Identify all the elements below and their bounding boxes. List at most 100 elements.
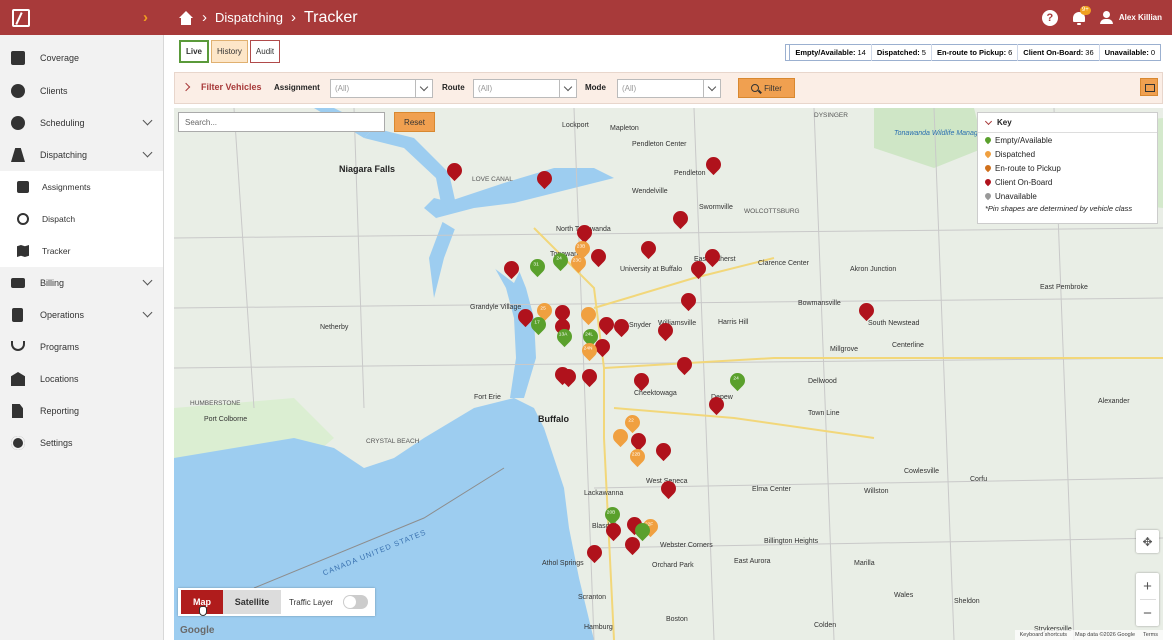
place-humberstone: HUMBERSTONE: [190, 400, 241, 407]
sidebar-collapse-chevron-icon[interactable]: ›: [143, 9, 148, 26]
pin-icon: [983, 163, 993, 173]
filter-vehicles-title[interactable]: Filter Vehicles: [201, 82, 262, 92]
sidebar-item-programs[interactable]: Programs: [0, 331, 163, 363]
stethoscope-icon: [11, 341, 25, 351]
status-enroute-value: 6: [1008, 48, 1013, 57]
map-search-input[interactable]: Search...: [178, 112, 385, 132]
money-icon: [11, 278, 25, 288]
notification-bell-icon[interactable]: 9+: [1072, 5, 1091, 25]
place-pendleton-center: Pendleton Center: [632, 141, 687, 148]
sidebar-item-dispatch[interactable]: Dispatch: [0, 203, 163, 235]
map-type-control: Map Satellite Traffic Layer: [178, 588, 375, 616]
zoom-in-button[interactable]: +: [1136, 573, 1159, 599]
breadcrumb: › Dispatching › Tracker: [178, 9, 358, 27]
tab-live[interactable]: Live: [179, 40, 210, 63]
assignment-select[interactable]: (All): [330, 79, 433, 98]
panel-toggle-icon[interactable]: [1140, 78, 1158, 96]
sidebar-item-label: Coverage: [40, 53, 80, 63]
chevron-down-icon: [703, 80, 720, 97]
place-buffalo: Buffalo: [538, 414, 569, 424]
vehicle-pin-label: 22: [628, 418, 634, 424]
vehicle-pin-label: 20B: [606, 510, 616, 516]
clock-icon: [11, 116, 25, 130]
user-avatar-icon: [1099, 11, 1113, 24]
status-onboard: Client On-Board: 36: [1018, 44, 1100, 61]
sidebar-item-billing[interactable]: Billing: [0, 267, 163, 299]
sidebar-item-reporting[interactable]: Reporting: [0, 395, 163, 427]
mode-tabs: Live History Audit: [179, 40, 281, 63]
user-menu[interactable]: Alex Killian: [1099, 11, 1162, 24]
filter-button[interactable]: Filter: [738, 78, 795, 98]
place-lackawanna: Lackawanna: [584, 490, 624, 497]
key-item-empty: Empty/Available: [978, 133, 1157, 147]
key-item-label: Empty/Available: [995, 135, 1053, 145]
vehicle-pin-label: 23B: [576, 244, 586, 250]
map-key-panel: Key Empty/Available Dispatched En-route …: [977, 112, 1158, 224]
vehicle-pin-label: 24: [556, 256, 562, 262]
status-onboard-label: Client On-Board:: [1023, 48, 1084, 57]
app-logo-icon[interactable]: [12, 8, 30, 27]
vehicle-status-summary: Empty/Available: 14 Dispatched: 5 En-route…: [785, 44, 1161, 61]
sidebar-item-assignments[interactable]: Assignments: [0, 171, 163, 203]
sidebar-item-operations[interactable]: Operations: [0, 299, 163, 331]
route-select-value: (All): [478, 84, 493, 93]
tab-history[interactable]: History: [211, 40, 248, 63]
mode-select[interactable]: (All): [617, 79, 721, 98]
map-type-satellite-button[interactable]: Satellite: [223, 590, 281, 614]
key-header[interactable]: Key: [978, 113, 1157, 133]
help-icon[interactable]: ?: [1041, 9, 1058, 26]
place-harris-hill: Harris Hill: [718, 319, 749, 326]
terms-link[interactable]: Terms: [1143, 632, 1158, 638]
home-icon[interactable]: [178, 10, 194, 25]
vehicle-pin-label: 25: [540, 306, 546, 312]
sidebar-item-coverage[interactable]: Coverage: [0, 42, 163, 74]
sidebar-item-label: Dispatching: [40, 150, 88, 160]
sidebar-item-clients[interactable]: Clients: [0, 75, 163, 107]
keyboard-shortcuts-link[interactable]: Keyboard shortcuts: [1020, 632, 1067, 638]
status-dispatched: Dispatched: 5: [872, 44, 932, 61]
vehicle-pin-label: 31: [533, 262, 539, 268]
place-wales: Wales: [894, 592, 914, 599]
place-bowmansville: Bowmansville: [798, 300, 841, 307]
route-label: Route: [442, 83, 465, 92]
chevron-down-icon: [142, 147, 153, 158]
place-grandyle: Grandyle Village: [470, 304, 522, 311]
breadcrumb-dispatching[interactable]: Dispatching: [215, 10, 283, 25]
key-item-label: Dispatched: [995, 149, 1036, 159]
sidebar-item-scheduling[interactable]: Scheduling: [0, 107, 163, 139]
sidebar-item-tracker[interactable]: Tracker: [0, 235, 163, 267]
key-item-dispatched: Dispatched: [978, 147, 1157, 161]
page-title: Tracker: [303, 8, 358, 26]
chevron-right-icon[interactable]: [181, 82, 191, 92]
place-east-pembroke: East Pembroke: [1040, 284, 1088, 291]
place-hamburg: Hamburg: [584, 624, 613, 631]
place-scranton: Scranton: [578, 594, 607, 601]
key-item-label: Client On-Board: [995, 177, 1053, 187]
place-town-line: Town Line: [808, 410, 840, 417]
sidebar-item-locations[interactable]: Locations: [0, 363, 163, 395]
google-logo: Google: [180, 625, 215, 636]
zoom-out-button[interactable]: −: [1136, 600, 1159, 626]
camera-control-icon[interactable]: ✥: [1136, 530, 1159, 553]
sidebar-item-settings[interactable]: Settings: [0, 427, 163, 459]
notification-badge: 9+: [1079, 5, 1091, 15]
route-select[interactable]: (All): [473, 79, 577, 98]
sidebar-item-dispatching[interactable]: Dispatching: [0, 139, 163, 171]
key-item-unavailable: Unavailable: [978, 189, 1157, 203]
sidebar-item-label: Locations: [40, 374, 79, 384]
traffic-layer-toggle[interactable]: [343, 595, 369, 609]
place-cowlesville: Cowlesville: [904, 468, 940, 475]
reset-button[interactable]: Reset: [394, 112, 435, 132]
gear-icon: [11, 436, 25, 450]
map-canvas[interactable]: Niagara Falls Buffalo Lockport Mapleton …: [174, 108, 1163, 640]
sidebar-item-label: Reporting: [40, 406, 80, 416]
place-south-newstead: South Newstead: [868, 320, 920, 327]
chevron-down-icon: [142, 115, 153, 126]
place-snyder: Snyder: [629, 322, 652, 329]
place-alexander: Alexander: [1098, 398, 1130, 405]
tracker-controls: Live History Audit Empty/Available: 14 Di…: [174, 40, 1163, 65]
status-empty: Empty/Available: 14: [790, 44, 872, 61]
assignment-select-value: (All): [335, 84, 350, 93]
tab-audit[interactable]: Audit: [249, 40, 281, 63]
key-note: *Pin shapes are determined by vehicle cl…: [985, 204, 1133, 213]
